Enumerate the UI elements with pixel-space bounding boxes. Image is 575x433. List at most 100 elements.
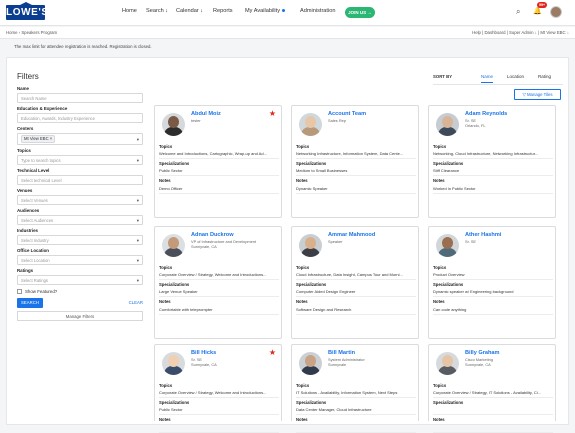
user-avatar[interactable]	[550, 6, 562, 18]
breadcrumb-trail: Home › Speakers Program	[6, 30, 57, 35]
filter-label-office-location: Office Location	[17, 248, 49, 253]
clear-button[interactable]: CLEAR	[129, 300, 143, 305]
speaker-name[interactable]: Billy Graham	[465, 350, 500, 356]
user-context-menu[interactable]: Help | Dashboard | Super Admin ↓ | Mt Vi…	[472, 30, 569, 35]
photo-head	[305, 355, 316, 367]
speaker-card[interactable]: Adnan Duckrow VP of Infrastructure and De…	[154, 226, 282, 339]
speaker-subtitle-line: Sales Rep	[328, 118, 346, 123]
speaker-subtitle: Sr. SE	[465, 239, 476, 244]
photo-body	[438, 248, 457, 257]
specializations-value: Stiff Clearance	[433, 168, 460, 173]
specializations-value: Public Sector	[159, 407, 183, 412]
chevron-down-icon: ▾	[136, 238, 139, 243]
speaker-name[interactable]: Bill Martin	[328, 350, 355, 356]
specializations-value: Public Sector	[159, 168, 183, 173]
speaker-card[interactable]: Ammar Mahmood Speaker Topics Cloud Infrastr…	[291, 226, 419, 339]
speaker-card[interactable]: Billy Graham Cisco Marketing Sunnyvale, CA…	[428, 344, 556, 433]
show-featured-label: Show Featured?	[25, 289, 58, 294]
show-featured-checkbox[interactable]: Show Featured?	[17, 289, 143, 294]
nav-search[interactable]: Search ↓	[146, 8, 168, 14]
speaker-card[interactable]: Bill Martin System Administrator Sunnyvale…	[291, 344, 419, 433]
speaker-subtitle-line: Sunnyvale, CA	[191, 244, 217, 249]
speaker-name[interactable]: Ather Hashmi	[465, 232, 501, 238]
chevron-down-icon: ▾	[136, 198, 139, 203]
speaker-card[interactable]: Adam Reynolds Sr. SE Orlando, FL Topics Netw…	[428, 105, 556, 218]
topics-value: Cloud Infrastructure, Data Insight, Camp…	[296, 272, 403, 277]
lowes-logo[interactable]: LOWE'S	[6, 2, 48, 20]
top-navigation-bar: LOWE'S Home Search ↓ Calendar ↓ Reports …	[0, 0, 575, 26]
photo-body	[164, 248, 183, 257]
speaker-name[interactable]: Adnan Duckrow	[191, 232, 234, 238]
photo-head	[442, 116, 453, 128]
speaker-photo	[299, 352, 322, 375]
center-chip[interactable]: Mt View EBC ×	[21, 135, 56, 143]
topics-select[interactable]: Type to search topics ▾	[17, 155, 143, 165]
education-input[interactable]: Education, Awards, Industry Experience	[17, 113, 143, 123]
notes-heading: Notes	[159, 178, 171, 183]
photo-head	[168, 116, 179, 128]
technical-level-input[interactable]: Select technical Level	[17, 175, 143, 185]
speaker-name[interactable]: Abdul Moiz	[191, 111, 221, 117]
card-divider	[433, 296, 553, 297]
sort-option-rating[interactable]: Rating	[538, 74, 551, 79]
card-divider	[159, 397, 279, 398]
speaker-card[interactable]: Bill Hicks Sr. SE Sunnyvale, CA ★ Topics Corp…	[154, 344, 282, 433]
speaker-card[interactable]: Abdul Moiz tester ★ Topics Welcome and Intro…	[154, 105, 282, 218]
join-us-button[interactable]: JOIN US →	[345, 7, 375, 18]
manage-tiles-button[interactable]: ▽ Manage Tiles	[514, 89, 561, 100]
office-location-select[interactable]: Select Location ▾	[17, 255, 143, 265]
speaker-name[interactable]: Bill Hicks	[191, 350, 216, 356]
notification-badge: 99+	[537, 2, 548, 8]
featured-star-icon[interactable]: ★	[269, 348, 276, 357]
card-divider	[296, 296, 416, 297]
search-icon[interactable]: ⌕	[516, 7, 520, 17]
specializations-heading: Specializations	[296, 400, 327, 405]
speaker-subtitle: tester	[191, 118, 201, 123]
photo-head	[305, 116, 316, 128]
manage-filters-button[interactable]: Manage Filters	[17, 311, 143, 321]
nav-administration[interactable]: Administration	[300, 8, 335, 14]
card-divider	[296, 158, 416, 159]
photo-body	[301, 248, 320, 257]
speaker-name[interactable]: Adam Reynolds	[465, 111, 507, 117]
nav-my-availability[interactable]: My Availability	[245, 8, 286, 14]
filter-label-centers: Centers	[17, 126, 34, 131]
industries-placeholder: Select Industry	[21, 238, 49, 243]
breadcrumb-home[interactable]: Home	[6, 30, 17, 35]
centers-select[interactable]: Mt View EBC × ▾	[17, 133, 143, 145]
speaker-card[interactable]: Ather Hashmi Sr. SE Topics Product Overview…	[428, 226, 556, 339]
filter-label-venues: Venues	[17, 188, 33, 193]
filters-panel: Filters Name Search Name Education & Exp…	[17, 72, 143, 321]
ratings-select[interactable]: Select Ratings ▾	[17, 275, 143, 285]
speaker-name[interactable]: Ammar Mahmood	[328, 232, 375, 238]
specializations-heading: Specializations	[433, 282, 464, 287]
search-button[interactable]: SEARCH	[17, 298, 43, 308]
filter-label-topics: Topics	[17, 148, 31, 153]
audiences-select[interactable]: Select Audiences ▾	[17, 215, 143, 225]
nav-home[interactable]: Home	[122, 8, 137, 14]
sort-option-name[interactable]: Name	[481, 74, 494, 83]
venues-select[interactable]: Select Venues ▾	[17, 195, 143, 205]
speaker-subtitle-line: tester	[191, 118, 201, 123]
nav-calendar[interactable]: Calendar ↓	[176, 8, 203, 14]
speaker-name[interactable]: Account Team	[328, 111, 366, 117]
nav-reports[interactable]: Reports	[213, 8, 233, 14]
card-divider	[296, 397, 416, 398]
breadcrumb: Home › Speakers Program Help | Dashboard…	[0, 27, 575, 39]
speaker-subtitle-line: Sunnyvale	[328, 362, 347, 367]
bell-icon[interactable]: 🔔	[533, 7, 542, 15]
speaker-subtitle-line: Speaker	[328, 239, 343, 244]
name-input[interactable]: Search Name	[17, 93, 143, 103]
notes-value: Can code anything	[433, 307, 467, 312]
notes-heading: Notes	[296, 417, 308, 422]
speaker-card[interactable]: Account Team Sales Rep Topics Networking In…	[291, 105, 419, 218]
industries-select[interactable]: Select Industry ▾	[17, 235, 143, 245]
venues-placeholder: Select Venues	[21, 198, 48, 203]
topics-value: Product Overview	[433, 272, 465, 277]
featured-star-icon[interactable]: ★	[269, 109, 276, 118]
speaker-photo	[162, 113, 185, 136]
specializations-heading: Specializations	[159, 161, 190, 166]
specializations-heading: Specializations	[296, 282, 327, 287]
checkbox-box[interactable]	[17, 289, 22, 294]
sort-option-location[interactable]: Location	[507, 74, 524, 79]
